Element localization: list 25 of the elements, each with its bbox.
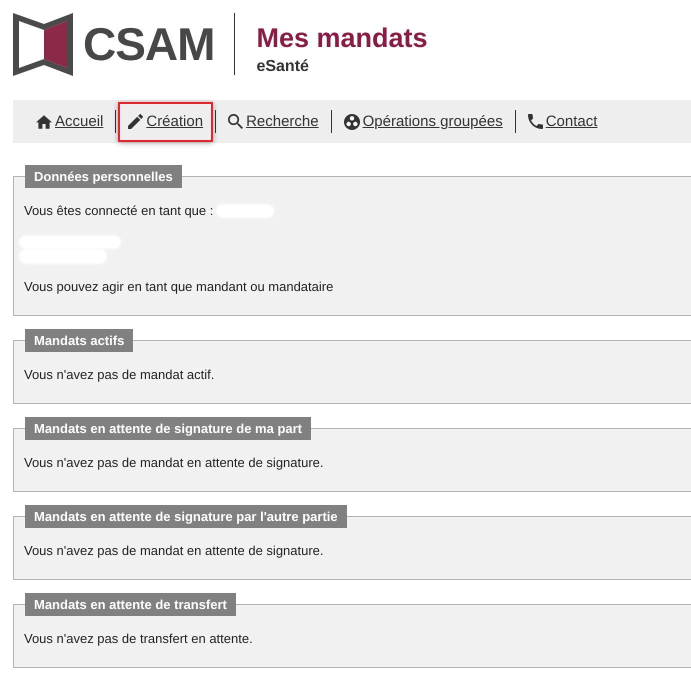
nav-link[interactable]: Opérations groupées [334,102,513,142]
section-heading: Données personnelles [25,165,182,188]
nav-link[interactable]: Création [118,102,214,142]
message-text: Vous n'avez pas de mandat en attente de signature. [24,543,325,559]
logo-text: CSAM [83,19,214,69]
nav-link[interactable]: Contact [518,102,608,142]
app-title: Mes mandats [256,22,428,54]
section-heading: Mandats en attente de transfert [25,593,236,616]
home-icon [36,114,52,128]
section-heading: Mandats en attente de signature par l'autre partie [25,505,347,528]
message-text: Vous êtes connecté en tant que : [24,203,214,219]
pencil-icon [128,114,144,129]
message-text: Vous n'avez pas de mandat en attente de signature. [24,455,325,471]
search-icon [228,114,244,129]
section-heading: Mandats en attente de signature de ma part [25,417,312,440]
message-text: Vous n'avez pas de mandat actif. [24,367,216,383]
circle-dots-icon [344,114,360,130]
nav-link[interactable]: Recherche [218,102,329,142]
message-text: Vous n'avez pas de transfert en attente. [24,631,254,647]
door-logo-icon [13,13,73,76]
section-heading: Mandats actifs [25,329,134,352]
phone-icon [528,114,543,129]
nav-link[interactable]: Accueil [26,102,114,142]
message-text: Vous pouvez agir en tant que mandant ou mandataire [24,279,334,295]
app-subtitle: eSanté [256,58,310,76]
